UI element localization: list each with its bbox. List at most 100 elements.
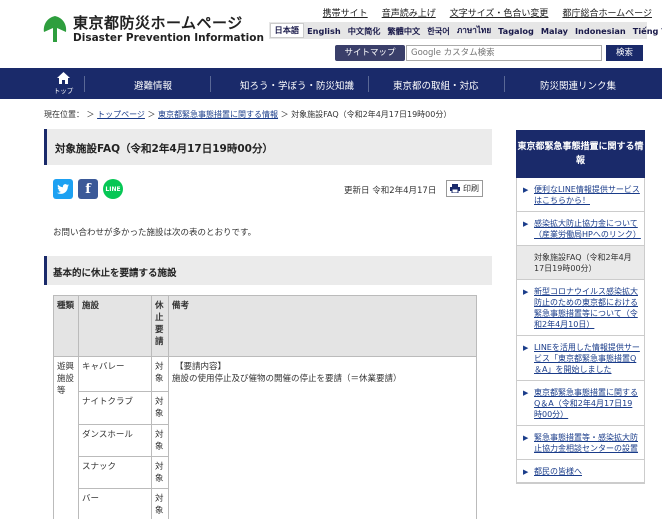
logo-title-ja: 東京都防災ホームページ [73, 13, 243, 32]
ginkgo-logo-icon [43, 16, 67, 42]
sidebar-item-label: 東京都緊急事態措置に関するQ＆A（令和2年4月17日19時00分） [534, 388, 638, 419]
lang-japanese[interactable]: 日本語 [270, 23, 304, 38]
page-title-bar: 対象施設FAQ（令和2年4月17日19時00分） [44, 129, 492, 165]
sidebar-item-emergency-qa[interactable]: ▶ 東京都緊急事態措置に関するQ＆A（令和2年4月17日19時00分） [517, 381, 644, 426]
facility-table: 種類 施設 休止要請 備考 遊興施設等 キャバレー 対象 【要請内容】 施設の使… [53, 295, 477, 519]
sidebar-item-label: 都民の皆様へ [534, 467, 582, 476]
sidebar-item-label: 感染拡大防止協力金について（産業労働局HPへのリンク） [534, 219, 641, 239]
lang-indonesian[interactable]: Indonesian [571, 26, 629, 36]
nav-divider [210, 76, 211, 92]
utility-links: 携帯サイト 音声読み上げ 文字サイズ・色合い変更 都庁総合ホームページ [323, 6, 652, 19]
sidebar-item-label: 便利なLINE情報提供サービスはこちらから！ [534, 185, 640, 205]
arrow-right-icon: ▶ [523, 434, 529, 442]
printer-icon [450, 184, 460, 193]
nav-divider [504, 76, 505, 92]
cell-category: 遊興施設等 [53, 356, 79, 519]
arrow-right-icon: ▶ [523, 220, 529, 228]
nav-evacuation-info[interactable]: 避難情報 [134, 78, 172, 92]
lang-english[interactable]: English [304, 26, 345, 36]
home-icon [57, 72, 70, 84]
table-row: 遊興施設等 キャバレー 対象 【要請内容】 施設の使用停止及び催物の開催の停止を… [53, 356, 477, 519]
cell-facility: キャバレー [78, 356, 152, 392]
table-header-row: 種類 施設 休止要請 備考 [53, 295, 477, 357]
metro-gov-home-link[interactable]: 都庁総合ホームページ [562, 6, 652, 19]
breadcrumb-current: 対象施設FAQ（令和2年4月17日19時00分） [291, 110, 452, 119]
sidebar-item-label: 新型コロナウイルス感染拡大防止のための東京都における緊急事態措置等について（令和… [534, 287, 638, 329]
nav-divider [368, 76, 369, 92]
search-button[interactable]: 検索 [606, 45, 643, 61]
cell-facility: ダンスホール [78, 424, 152, 457]
logo-title-en: Disaster Prevention Information [73, 31, 264, 44]
sidebar-item-line-service[interactable]: ▶ 便利なLINE情報提供サービスはこちらから！ [517, 178, 644, 212]
lang-malay[interactable]: Malay [537, 26, 571, 36]
cell-status: 対象 [151, 488, 169, 519]
notes-head: 【要請内容】 [175, 362, 227, 372]
nav-disaster-knowledge[interactable]: 知ろう・学ぼう・防災知識 [240, 78, 354, 92]
sidebar-item-label: LINEを活用した情報提供サービス「東京都緊急事態措置Q＆A」を開始しました [534, 343, 640, 374]
cell-status: 対象 [151, 356, 169, 392]
sidebar-item-line-qa[interactable]: ▶ LINEを活用した情報提供サービス「東京都緊急事態措置Q＆A」を開始しました [517, 336, 644, 381]
sidebar-item-emergency-measures[interactable]: ▶ 新型コロナウイルス感染拡大防止のための東京都における緊急事態措置等について（… [517, 280, 644, 336]
print-button[interactable]: 印刷 [446, 180, 483, 197]
sidebar-item-facility-faq[interactable]: 対象施設FAQ（令和2年4月17日19時00分） [517, 246, 644, 280]
line-icon: LINE [105, 185, 121, 193]
intro-text: お問い合わせが多かった施設は次の表のとおりです。 [53, 228, 257, 238]
line-share-button[interactable]: LINE [103, 179, 123, 199]
search-input[interactable] [406, 45, 602, 61]
sidebar-item-to-citizens[interactable]: ▶ 都民の皆様へ [517, 460, 644, 483]
arrow-right-icon: ▶ [523, 468, 529, 476]
lang-korean[interactable]: 한국어 [424, 25, 454, 37]
nav-related-links[interactable]: 防災関連リンク集 [540, 78, 616, 92]
breadcrumb: 現在位置： ＞ トップページ ＞ 東京都緊急事態措置に関する情報 ＞ 対象施設F… [44, 109, 451, 120]
section-title: 基本的に休止を要請する施設 [53, 268, 177, 279]
cell-facility: スナック [78, 456, 152, 489]
share-buttons: f LINE [53, 179, 123, 199]
print-label: 印刷 [463, 184, 479, 193]
cell-notes: 【要請内容】 施設の使用停止及び催物の開催の停止を要請（＝休業要請） [168, 356, 477, 519]
sitemap-button[interactable]: サイトマップ [335, 45, 405, 61]
sidebar-item-label: 対象施設FAQ（令和2年4月17日19時00分） [534, 253, 632, 273]
site-logo[interactable]: 東京都防災ホームページ Disaster Prevention Informat… [42, 14, 264, 44]
nav-divider [84, 76, 85, 92]
breadcrumb-emergency-link[interactable]: 東京都緊急事態措置に関する情報 [158, 110, 278, 119]
sidebar-item-label: 緊急事態措置等・感染拡大防止協力金相談センターの設置 [534, 433, 638, 453]
mobile-site-link[interactable]: 携帯サイト [323, 6, 368, 19]
twitter-share-button[interactable] [53, 179, 73, 199]
sidebar-list: ▶ 便利なLINE情報提供サービスはこちらから！ ▶ 感染拡大防止協力金について… [516, 178, 645, 484]
sidebar-item-cooperation-fund[interactable]: ▶ 感染拡大防止協力金について（産業労働局HPへのリンク） [517, 212, 644, 246]
breadcrumb-top-link[interactable]: トップページ [97, 110, 145, 119]
main-nav: トップ 避難情報 知ろう・学ぼう・防災知識 東京都の取組・対応 防災関連リンク集 [0, 68, 662, 99]
lang-tagalog[interactable]: Tagalog [495, 26, 538, 36]
cell-facility: バー [78, 488, 152, 519]
col-header-notes: 備考 [168, 295, 477, 357]
text-size-color-link[interactable]: 文字サイズ・色合い変更 [450, 6, 549, 19]
lang-thai[interactable]: ภาษาไทย [453, 24, 494, 37]
page-title: 対象施設FAQ（令和2年4月17日19時00分） [55, 143, 273, 155]
cell-status: 対象 [151, 424, 169, 457]
updated-date: 更新日 令和2年4月17日 [344, 186, 437, 196]
language-selector: 日本語 English 中文简化 繁體中文 한국어 ภาษาไทย Tagalo… [269, 22, 662, 39]
facebook-share-button[interactable]: f [78, 179, 98, 199]
lang-chinese-simplified[interactable]: 中文简化 [344, 25, 384, 37]
cell-status: 対象 [151, 456, 169, 489]
arrow-right-icon: ▶ [523, 288, 529, 296]
nav-tokyo-initiatives[interactable]: 東京都の取組・対応 [393, 78, 479, 92]
arrow-right-icon: ▶ [523, 344, 529, 352]
col-header-type: 種類 [53, 295, 79, 357]
sidebar-item-consultation-center[interactable]: ▶ 緊急事態措置等・感染拡大防止協力金相談センターの設置 [517, 426, 644, 460]
nav-home[interactable]: トップ [45, 68, 82, 99]
arrow-right-icon: ▶ [523, 186, 529, 194]
twitter-icon [57, 184, 69, 194]
voice-readout-link[interactable]: 音声読み上げ [382, 6, 436, 19]
breadcrumb-separator: ＞ [147, 110, 156, 119]
lang-chinese-traditional[interactable]: 繁體中文 [384, 25, 424, 37]
lang-vietnamese[interactable]: Tiếng Việt [629, 26, 662, 36]
sidebar-heading: 東京都緊急事態措置に関する情報 [516, 130, 645, 178]
cell-facility: ナイトクラブ [78, 391, 152, 425]
col-header-facility: 施設 [78, 295, 152, 357]
breadcrumb-separator: ＞ [86, 110, 95, 119]
nav-home-label: トップ [53, 87, 74, 95]
section-heading-bar: 基本的に休止を要請する施設 [44, 256, 492, 285]
breadcrumb-separator: ＞ [280, 110, 289, 119]
cell-status: 対象 [151, 391, 169, 425]
